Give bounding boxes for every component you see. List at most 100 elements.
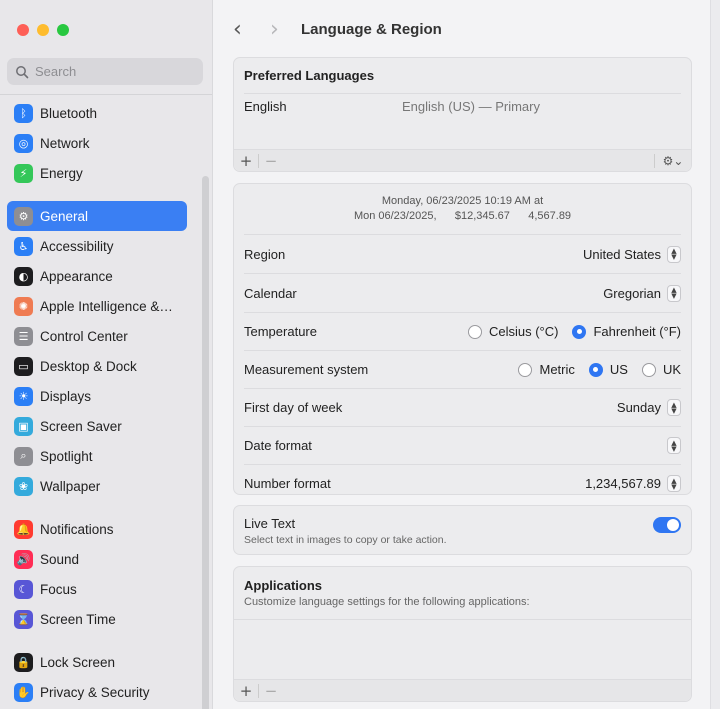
us-label: US	[609, 362, 628, 377]
sidebar-item-displays[interactable]: ☀ Displays	[7, 381, 187, 411]
bluetooth-icon: ᛒ	[14, 103, 33, 123]
more-actions-menu-button[interactable]: ⚙⌄	[655, 154, 691, 168]
apple-intelligence-icon: ✺	[14, 296, 33, 316]
sidebar-item-apple-intelligence[interactable]: ✺ Apple Intelligence &…	[7, 291, 187, 321]
measurement-row: Measurement system Metric US UK	[234, 351, 691, 388]
remove-language-button[interactable]: −	[259, 152, 283, 170]
us-option[interactable]: US	[588, 362, 628, 377]
accessibility-icon: ♿	[14, 236, 33, 256]
celsius-radio[interactable]	[467, 324, 482, 339]
sidebar-item-accessibility[interactable]: ♿ Accessibility	[7, 231, 187, 261]
calendar-row: Calendar Gregorian ▲ ▼	[234, 274, 691, 312]
sidebar-item-label: Notifications	[40, 521, 114, 537]
preferred-languages-title: Preferred Languages	[244, 68, 375, 83]
sidebar-item-label: Network	[40, 135, 90, 151]
zoom-window-button[interactable]	[57, 24, 69, 36]
sidebar-item-label: Screen Saver	[40, 418, 122, 434]
updown-chevron-icon: ▲ ▼	[667, 284, 681, 302]
measurement-label: Measurement system	[244, 362, 369, 377]
updown-chevron-icon: ▲ ▼	[667, 475, 681, 492]
languages-toolbar: + − ⚙⌄	[234, 149, 691, 171]
metric-option[interactable]: Metric	[518, 362, 575, 377]
uk-radio[interactable]	[641, 362, 656, 377]
search-icon	[16, 65, 29, 78]
sidebar-item-label: Screen Time	[40, 611, 116, 627]
hand-icon: ✋	[14, 682, 33, 702]
sidebar-item-network[interactable]: ◎ Network	[7, 128, 187, 158]
temperature-radio-group: Celsius (°C) Fahrenheit (°F)	[467, 324, 681, 339]
us-radio[interactable]	[588, 362, 603, 377]
number-format-row: Number format 1,234,567.89 ▲ ▼	[234, 465, 691, 502]
forward-button[interactable]: ›	[270, 17, 279, 42]
appearance-icon: ◐	[14, 266, 33, 286]
bolt-icon: ⚡	[14, 163, 33, 183]
date-format-popup[interactable]: ▲ ▼	[667, 437, 681, 454]
minimize-window-button[interactable]	[37, 24, 49, 36]
search-input[interactable]	[35, 64, 185, 79]
screen-saver-icon: ▣	[14, 416, 33, 436]
window-edge	[710, 0, 720, 709]
first-day-popup[interactable]: Sunday ▲ ▼	[617, 399, 681, 416]
fahrenheit-radio[interactable]	[572, 324, 587, 339]
back-button[interactable]: ‹	[233, 17, 242, 42]
region-value: United States	[582, 246, 661, 262]
add-application-button[interactable]: +	[234, 682, 258, 700]
applications-panel: Applications Customize language settings…	[233, 566, 692, 702]
uk-option[interactable]: UK	[641, 362, 681, 377]
page-title: Language & Region	[301, 21, 442, 38]
live-text-description: Select text in images to copy or take ac…	[244, 534, 447, 546]
fahrenheit-option[interactable]: Fahrenheit (°F)	[572, 324, 681, 339]
speaker-icon: 🔊	[14, 549, 33, 569]
sidebar-item-lock-screen[interactable]: 🔒 Lock Screen	[7, 647, 187, 677]
format-preview-line2: Mon 06/23/2025, $12,345.67 4,567.89	[353, 210, 572, 222]
sidebar-item-bluetooth[interactable]: ᛒ Bluetooth	[7, 98, 187, 128]
celsius-option[interactable]: Celsius (°C)	[467, 324, 559, 339]
gear-icon: ⚙	[14, 206, 33, 226]
measurement-radio-group: Metric US UK	[518, 362, 681, 377]
first-day-label: First day of week	[244, 400, 343, 415]
sidebar-item-screen-saver[interactable]: ▣ Screen Saver	[7, 411, 187, 441]
sidebar-item-screen-time[interactable]: ⌛ Screen Time	[7, 604, 187, 634]
toolbar-header: ‹ › Language & Region	[213, 0, 720, 58]
sidebar-item-desktop-dock[interactable]: ▭ Desktop & Dock	[7, 351, 187, 381]
sidebar-item-spotlight[interactable]: ⌕ Spotlight	[7, 441, 187, 471]
applications-title: Applications	[244, 578, 323, 593]
sidebar-item-energy[interactable]: ⚡ Energy	[7, 158, 187, 188]
lock-icon: 🔒	[14, 652, 33, 672]
sidebar-scrollbar[interactable]	[202, 176, 209, 709]
fahrenheit-label: Fahrenheit (°F)	[593, 324, 681, 339]
sidebar-item-control-center[interactable]: ☰ Control Center	[7, 321, 187, 351]
sidebar: ᛒ Bluetooth ◎ Network ⚡ Energy ⚙ General ♿ Access…	[0, 0, 213, 709]
sidebar-item-privacy-security[interactable]: ✋ Privacy & Security	[7, 677, 187, 707]
sidebar-item-appearance[interactable]: ◐ Appearance	[7, 261, 187, 291]
dock-icon: ▭	[14, 356, 33, 376]
close-window-button[interactable]	[17, 24, 29, 36]
search-field[interactable]	[7, 58, 203, 85]
calendar-popup[interactable]: Gregorian ▲ ▼	[603, 284, 681, 302]
live-text-title: Live Text	[244, 516, 296, 531]
metric-radio[interactable]	[518, 362, 533, 377]
first-day-row: First day of week Sunday ▲ ▼	[234, 389, 691, 426]
remove-application-button[interactable]: −	[259, 682, 283, 700]
sidebar-item-label: Energy	[40, 165, 83, 181]
language-name: English	[244, 99, 287, 114]
language-row[interactable]: English English (US) — Primary	[234, 94, 691, 119]
format-preview: Monday, 06/23/2025 10:19 AM at Mon 06/23…	[234, 184, 691, 234]
preferred-languages-panel: Preferred Languages English English (US)…	[233, 57, 692, 172]
sidebar-item-notifications[interactable]: 🔔 Notifications	[7, 514, 187, 544]
sidebar-item-focus[interactable]: ☾ Focus	[7, 574, 187, 604]
live-text-toggle[interactable]	[653, 517, 681, 533]
metric-label: Metric	[539, 362, 575, 377]
add-language-button[interactable]: +	[234, 152, 258, 170]
region-popup[interactable]: United States ▲ ▼	[582, 245, 681, 263]
uk-label: UK	[662, 362, 681, 377]
bell-icon: 🔔	[14, 519, 33, 539]
sidebar-item-general[interactable]: ⚙ General	[7, 201, 187, 231]
applications-toolbar: + −	[234, 679, 691, 701]
sidebar-item-wallpaper[interactable]: ❀ Wallpaper	[7, 471, 187, 501]
sidebar-item-sound[interactable]: 🔊 Sound	[7, 544, 187, 574]
calendar-value: Gregorian	[603, 285, 661, 301]
number-format-popup[interactable]: 1,234,567.89 ▲ ▼	[585, 475, 681, 492]
sidebar-divider	[0, 94, 212, 95]
celsius-label: Celsius (°C)	[488, 324, 559, 339]
